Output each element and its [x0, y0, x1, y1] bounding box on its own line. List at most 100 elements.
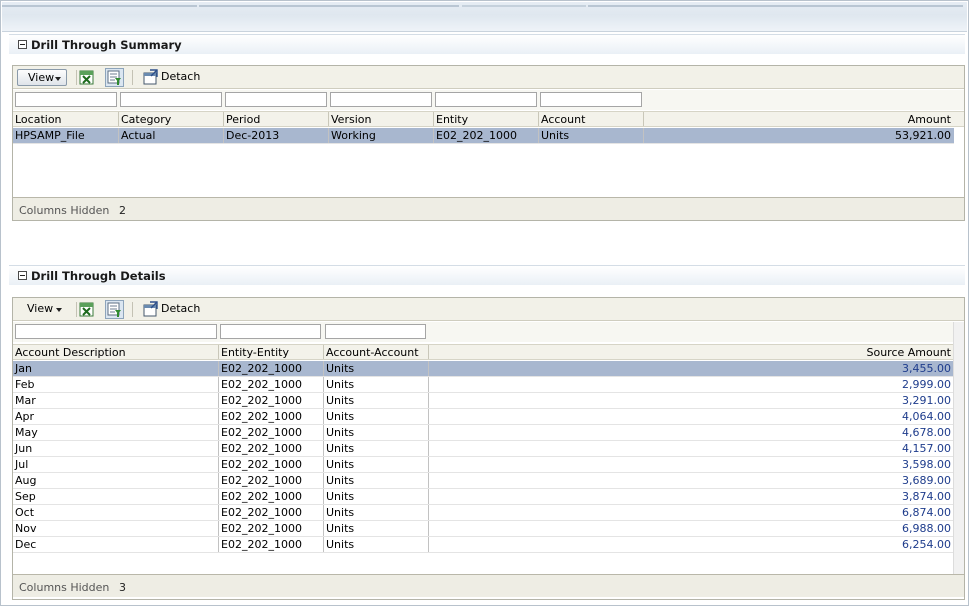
table-row[interactable]: Jul E02_202_1000 Units 3,598.00 [13, 457, 954, 473]
filter-entity-entity-input[interactable] [220, 324, 321, 339]
cell-account: Units [323, 409, 428, 424]
cell-source-amount: 4,157.00 [428, 441, 954, 456]
cell-account-description: Aug [15, 474, 37, 487]
details-header-row: Account Description Entity-Entity Accoun… [13, 344, 954, 360]
cell-account-description: Feb [15, 378, 35, 391]
cell-account-description: May [15, 426, 38, 439]
cell-account-description: Dec [15, 538, 37, 551]
cell-account: Units [538, 128, 643, 143]
summary-grid: View Detach Location Category Period Ver… [12, 65, 965, 221]
cell-source-amount: 3,689.00 [428, 473, 954, 488]
query-by-example-icon[interactable] [105, 68, 124, 87]
columns-hidden-count: 2 [119, 204, 126, 217]
cell-entity: E02_202_1000 [218, 521, 323, 536]
filter-entity-input[interactable] [435, 92, 537, 107]
cell-account-description: Jun [15, 442, 33, 455]
banner-segment [199, 5, 459, 7]
filter-period-input[interactable] [225, 92, 327, 107]
column-header-source-amount[interactable]: Source Amount [428, 345, 954, 359]
cell-category: Actual [118, 128, 223, 143]
column-header-account[interactable]: Account [538, 112, 643, 126]
table-row[interactable]: Feb E02_202_1000 Units 2,999.00 [13, 377, 954, 393]
column-header-account-description[interactable]: Account Description [13, 345, 218, 359]
detach-icon[interactable] [141, 68, 160, 87]
column-header-version[interactable]: Version [328, 112, 433, 126]
cell-account: Units [323, 489, 428, 504]
cell-entity: E02_202_1000 [218, 505, 323, 520]
view-button-label: View [28, 71, 55, 84]
export-excel-icon[interactable] [77, 300, 96, 319]
table-row[interactable]: Apr E02_202_1000 Units 4,064.00 [13, 409, 954, 425]
banner-segment [2, 5, 197, 7]
summary-view-menu-button[interactable]: View [17, 69, 67, 86]
column-header-account-account[interactable]: Account-Account [323, 345, 428, 359]
cell-account-description: Mar [15, 394, 36, 407]
collapse-toggle-icon[interactable] [18, 40, 27, 49]
cell-account: Units [323, 441, 428, 456]
banner-segment [588, 5, 963, 7]
detach-icon[interactable] [141, 300, 160, 319]
details-toolbar: View Detach [13, 298, 964, 321]
vertical-scrollbar[interactable] [953, 322, 964, 578]
details-panel-header: Drill Through Details [9, 265, 965, 285]
details-detach-button[interactable]: Detach [161, 302, 200, 315]
export-excel-icon[interactable] [77, 68, 96, 87]
cell-amount: 53,921.00 [643, 128, 954, 143]
cell-entity: E02_202_1000 [218, 441, 323, 456]
columns-hidden-label: Columns Hidden [19, 581, 110, 594]
column-header-entity-entity[interactable]: Entity-Entity [218, 345, 323, 359]
details-panel-title: Drill Through Details [31, 269, 166, 283]
column-header-entity[interactable]: Entity [433, 112, 538, 126]
cell-account-description: Jul [15, 458, 29, 471]
table-row[interactable]: Nov E02_202_1000 Units 6,988.00 [13, 521, 954, 537]
table-row[interactable]: Dec E02_202_1000 Units 6,254.00 [13, 537, 954, 553]
summary-header-row: Location Category Period Version Entity … [13, 111, 964, 127]
table-row[interactable]: Oct E02_202_1000 Units 6,874.00 [13, 505, 954, 521]
view-button-label: View [27, 302, 54, 315]
filter-account-account-input[interactable] [325, 324, 426, 339]
filter-location-input[interactable] [15, 92, 117, 107]
column-header-category[interactable]: Category [118, 112, 223, 126]
columns-hidden-label: Columns Hidden [19, 204, 110, 217]
cell-period: Dec-2013 [223, 128, 328, 143]
chevron-down-icon [56, 308, 62, 312]
filter-version-input[interactable] [330, 92, 432, 107]
cell-account: Units [323, 377, 428, 392]
cell-entity: E02_202_1000 [218, 537, 323, 552]
table-row[interactable]: May E02_202_1000 Units 4,678.00 [13, 425, 954, 441]
table-row[interactable]: Mar E02_202_1000 Units 3,291.00 [13, 393, 954, 409]
cell-entity: E02_202_1000 [218, 425, 323, 440]
cell-source-amount: 3,455.00 [428, 361, 954, 376]
column-header-amount[interactable]: Amount [643, 112, 954, 126]
toolbar-divider [132, 302, 133, 317]
drill-through-window: Drill Through Summary View Detach Locati… [0, 0, 969, 606]
cell-account-description: Oct [15, 506, 35, 519]
details-view-menu-button[interactable]: View [17, 301, 67, 318]
filter-account-description-input[interactable] [15, 324, 217, 339]
cell-account-description: Jan [15, 362, 32, 375]
cell-source-amount: 6,874.00 [428, 505, 954, 520]
cell-account: Units [323, 361, 428, 376]
table-row[interactable]: Aug E02_202_1000 Units 3,689.00 [13, 473, 954, 489]
cell-version: Working [328, 128, 433, 143]
cell-account-description: Apr [15, 410, 35, 423]
cell-entity: E02_202_1000 [218, 489, 323, 504]
column-header-location[interactable]: Location [13, 112, 118, 126]
cell-entity: E02_202_1000 [218, 377, 323, 392]
table-row[interactable]: HPSAMP_File Actual Dec-2013 Working E02_… [13, 128, 954, 144]
cell-source-amount: 3,291.00 [428, 393, 954, 408]
table-row[interactable]: Jan E02_202_1000 Units 3,455.00 [13, 361, 954, 377]
toolbar-divider [132, 70, 133, 85]
filter-category-input[interactable] [120, 92, 222, 107]
query-by-example-icon[interactable] [105, 300, 124, 319]
summary-detach-button[interactable]: Detach [161, 70, 200, 83]
cell-account: Units [323, 425, 428, 440]
details-grid: View Detach Account Description Entity-E [12, 297, 965, 600]
summary-footer: Columns Hidden 2 [13, 197, 964, 220]
table-row[interactable]: Sep E02_202_1000 Units 3,874.00 [13, 489, 954, 505]
filter-account-input[interactable] [540, 92, 642, 107]
table-row[interactable]: Jun E02_202_1000 Units 4,157.00 [13, 441, 954, 457]
collapse-toggle-icon[interactable] [18, 271, 27, 280]
cell-source-amount: 3,874.00 [428, 489, 954, 504]
column-header-period[interactable]: Period [223, 112, 328, 126]
